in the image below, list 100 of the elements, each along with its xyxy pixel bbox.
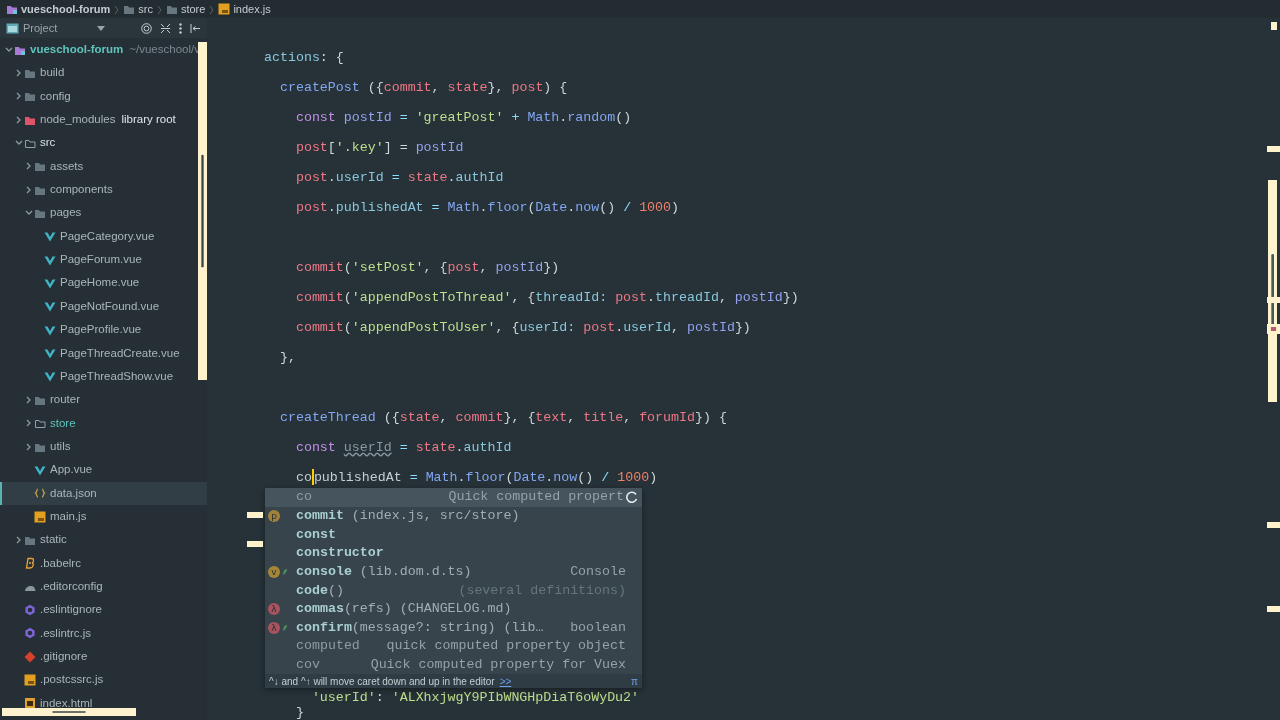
warning-marker[interactable] xyxy=(1267,522,1280,528)
chevron-down-icon[interactable] xyxy=(25,210,33,217)
file-name[interactable]: data.json xyxy=(50,484,97,502)
completion-item[interactable]: constructor xyxy=(265,543,642,563)
item-name: const xyxy=(296,525,336,544)
code-token: threadId xyxy=(655,290,719,305)
file-name[interactable]: config xyxy=(40,87,71,105)
folder-icon xyxy=(34,207,46,220)
completion-item[interactable]: cov Quick computed property for Vuex xyxy=(265,655,642,675)
file-name[interactable]: src xyxy=(40,134,56,152)
file-name[interactable]: index.html xyxy=(40,694,93,712)
completion-item[interactable]: p commit (index.js, src/store) xyxy=(265,506,642,526)
code-token: [ xyxy=(327,140,336,155)
chevron-right-icon[interactable] xyxy=(26,395,32,404)
file-name[interactable]: PageForum.vue xyxy=(60,251,142,269)
chevron-right-icon[interactable] xyxy=(26,442,32,451)
file-name[interactable]: node_modules xyxy=(40,111,116,129)
file-name[interactable]: build xyxy=(40,64,65,82)
item-name: commit xyxy=(296,507,344,525)
dropdown-caret-icon[interactable] xyxy=(97,25,105,31)
code-token: () xyxy=(599,200,617,215)
kind-badge: λ xyxy=(268,603,280,616)
scrollbar-thumb[interactable] xyxy=(1268,180,1277,402)
code-token: publishedAt xyxy=(335,200,424,215)
file-name[interactable]: assets xyxy=(50,157,84,175)
completion-item[interactable]: λ commas(refs) (CHANGELOG.md) xyxy=(265,599,642,619)
code-token: commit xyxy=(383,80,432,95)
file-name[interactable]: .gitignore xyxy=(40,648,88,666)
chevron-right-icon[interactable] xyxy=(16,115,22,124)
code-token: . xyxy=(647,290,656,305)
file-name[interactable]: PageThreadShow.vue xyxy=(60,367,174,386)
code-token: / xyxy=(623,200,633,215)
pi-icon[interactable]: π xyxy=(631,673,638,689)
code-token: commit xyxy=(294,290,344,305)
chevron-down-icon[interactable] xyxy=(5,46,13,53)
script-file-icon xyxy=(24,673,36,686)
file-name[interactable]: .eslintignore xyxy=(40,601,102,619)
code-token: text xyxy=(535,410,568,425)
breadcrumb-item[interactable]: src xyxy=(138,0,153,18)
module-folder-icon xyxy=(6,3,18,15)
file-name[interactable]: .babelrc xyxy=(40,554,81,572)
file-name[interactable]: .postcssrc.js xyxy=(40,671,104,689)
file-name[interactable]: router xyxy=(50,391,81,409)
code-token: 1000 xyxy=(617,470,650,485)
file-name[interactable]: vueschool-forum xyxy=(30,41,124,59)
folder-outline-icon xyxy=(24,137,36,150)
code-token: / xyxy=(601,470,611,485)
completion-item[interactable]: λ confirm(message?: string) (lib… boolean xyxy=(265,618,642,638)
code-token: ( xyxy=(505,470,514,485)
error-marker[interactable] xyxy=(1267,324,1280,334)
folder-icon xyxy=(123,3,136,15)
hide-panel-icon[interactable] xyxy=(190,22,201,34)
file-name[interactable]: components xyxy=(50,181,113,199)
code-token: publishedAt xyxy=(313,470,402,485)
code-token: , xyxy=(439,410,449,425)
code-token: }) xyxy=(543,260,560,275)
v-logo-icon xyxy=(44,277,56,290)
selected-tree-row[interactable]: data.json xyxy=(0,481,207,505)
file-name[interactable]: App.vue xyxy=(50,461,93,479)
file-name[interactable]: PageCategory.vue xyxy=(60,227,155,246)
code-token: ) xyxy=(649,470,658,485)
file-name[interactable]: .editorconfig xyxy=(40,577,103,596)
file-name[interactable]: static xyxy=(40,531,67,549)
breadcrumb-item[interactable]: store xyxy=(180,0,206,18)
breadcrumb-item[interactable]: index.js xyxy=(233,0,271,18)
completion-item[interactable]: v console (lib.dom.d.ts) Console xyxy=(265,562,642,582)
chevron-right-icon[interactable] xyxy=(26,162,32,171)
file-name[interactable]: store xyxy=(50,414,76,432)
file-name[interactable]: PageProfile.vue xyxy=(60,321,142,339)
panel-title[interactable]: Project xyxy=(23,19,58,37)
collapse-icon[interactable] xyxy=(160,22,171,34)
code-token: }) xyxy=(734,320,751,335)
breadcrumb-item[interactable]: vueschool-forum xyxy=(21,0,111,18)
file-name[interactable]: .eslintrc.js xyxy=(40,624,92,642)
scrollbar-thumb[interactable] xyxy=(198,42,207,380)
item-type: Quick computed property for Vuex xyxy=(370,656,626,675)
warning-marker[interactable] xyxy=(1267,297,1280,303)
chevron-down-icon[interactable] xyxy=(15,140,23,147)
scrollbar-thumb[interactable] xyxy=(2,708,136,716)
code-token: , xyxy=(567,410,577,425)
target-icon[interactable] xyxy=(141,22,152,34)
file-name[interactable]: PageThreadCreate.vue xyxy=(60,344,180,362)
completion-item[interactable]: computed quick computed property object xyxy=(265,637,642,656)
file-name[interactable]: main.js xyxy=(50,507,87,526)
completion-item[interactable]: const xyxy=(265,525,642,544)
chevron-right-icon[interactable] xyxy=(16,69,22,77)
hint-link[interactable]: >> xyxy=(499,673,512,689)
file-name[interactable]: PageHome.vue xyxy=(60,274,140,292)
file-name[interactable]: utils xyxy=(50,437,71,456)
chevron-right-icon[interactable] xyxy=(16,535,22,544)
chevron-right-icon[interactable] xyxy=(16,92,22,101)
file-name[interactable]: pages xyxy=(50,204,82,222)
warning-marker[interactable] xyxy=(1267,146,1280,152)
item-name: cov xyxy=(296,656,320,675)
chevron-right-icon[interactable] xyxy=(26,419,32,428)
file-name[interactable]: PageNotFound.vue xyxy=(60,297,160,316)
code-token: }) { xyxy=(695,410,727,425)
warning-marker[interactable] xyxy=(1267,606,1280,612)
chevron-right-icon[interactable] xyxy=(26,185,32,194)
more-icon[interactable] xyxy=(179,22,182,34)
